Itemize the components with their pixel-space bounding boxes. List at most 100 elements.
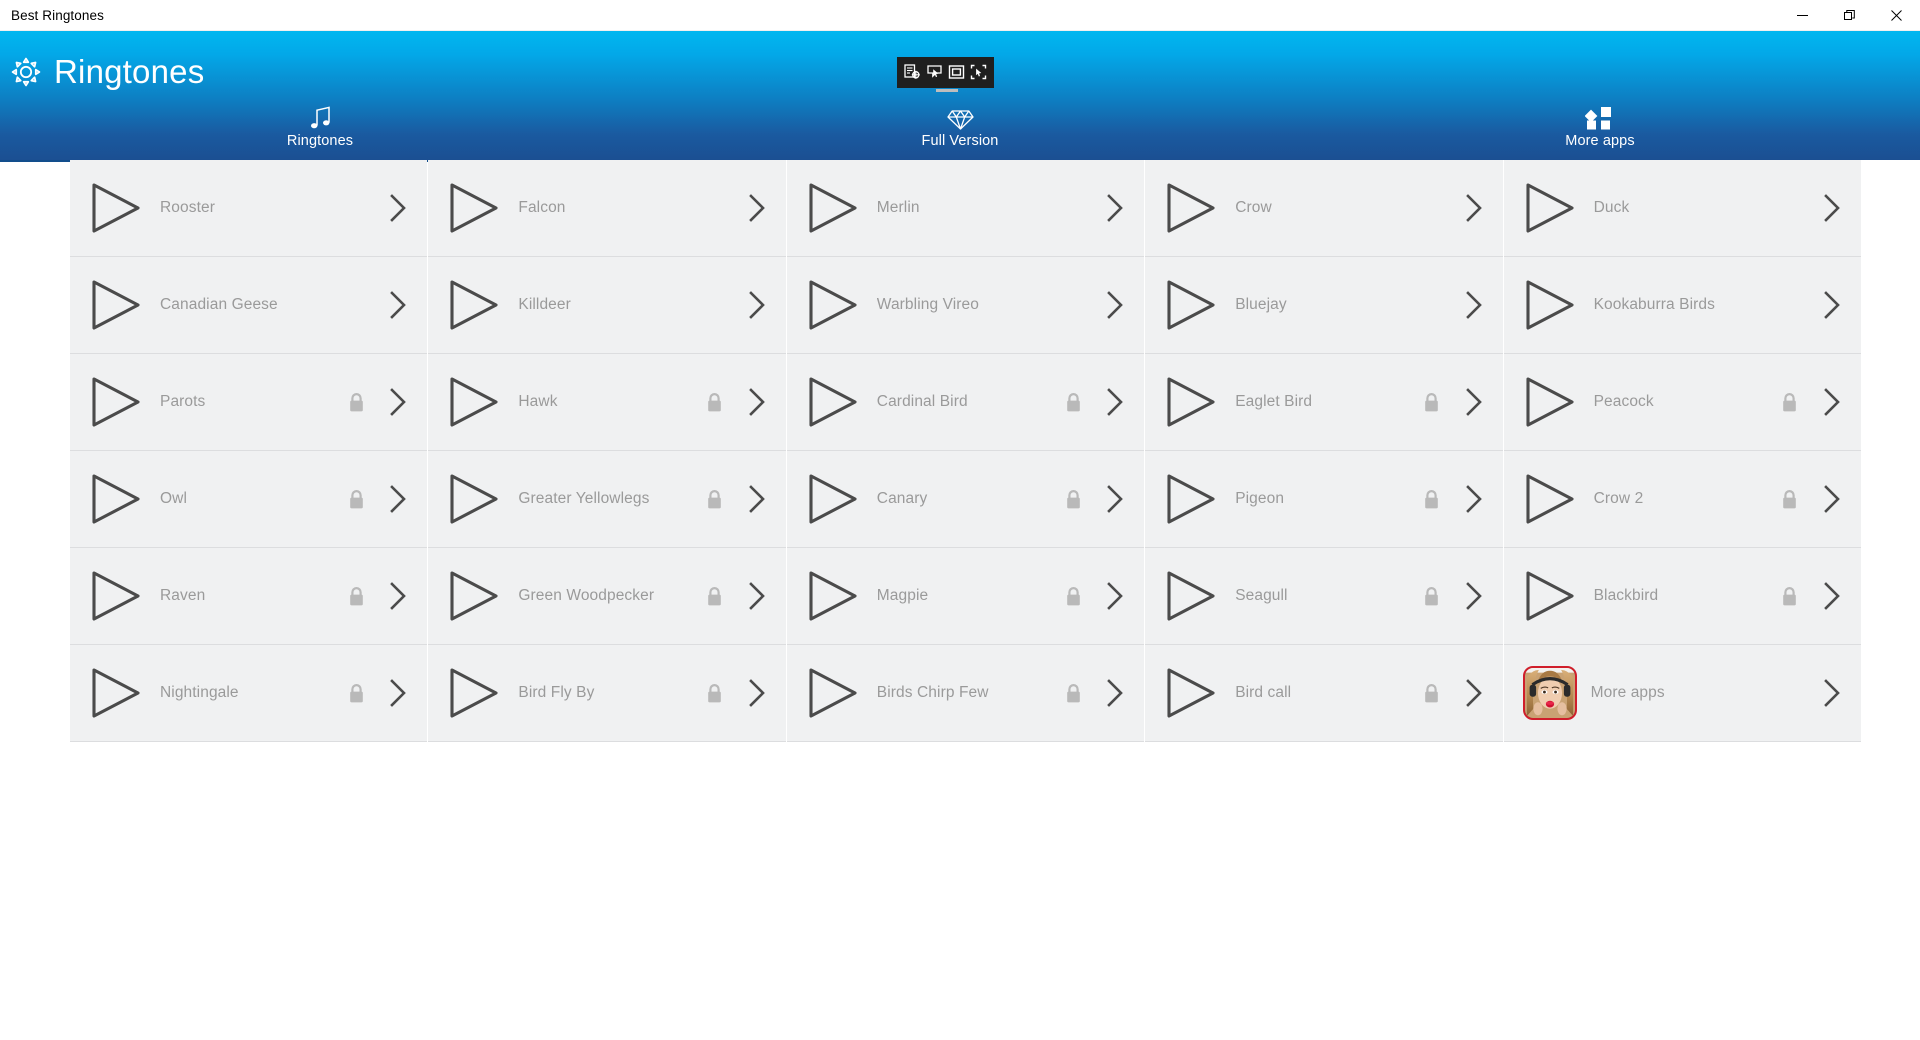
play-icon[interactable] xyxy=(444,665,504,721)
chevron-right-icon[interactable] xyxy=(1821,290,1843,320)
chevron-right-icon[interactable] xyxy=(1463,581,1485,611)
play-icon[interactable] xyxy=(1520,471,1580,527)
play-icon[interactable] xyxy=(1520,374,1580,430)
play-icon[interactable] xyxy=(86,180,146,236)
list-item[interactable]: Crow 2 xyxy=(1503,451,1861,548)
list-item[interactable]: Green Woodpecker xyxy=(428,548,786,645)
chevron-right-icon[interactable] xyxy=(1821,193,1843,223)
chevron-right-icon[interactable] xyxy=(1463,387,1485,417)
play-icon[interactable] xyxy=(1520,180,1580,236)
chevron-right-icon[interactable] xyxy=(1821,678,1843,708)
list-item[interactable]: Bluejay xyxy=(1145,257,1503,354)
chevron-right-icon[interactable] xyxy=(1463,193,1485,223)
tab-full-version[interactable]: Full Version xyxy=(640,105,1280,160)
chevron-right-icon[interactable] xyxy=(387,193,409,223)
play-icon[interactable] xyxy=(1520,277,1580,333)
play-icon[interactable] xyxy=(444,568,504,624)
play-icon[interactable] xyxy=(803,277,863,333)
play-icon[interactable] xyxy=(444,180,504,236)
chevron-right-icon[interactable] xyxy=(387,581,409,611)
list-item[interactable]: Rooster xyxy=(70,160,428,257)
chevron-right-icon[interactable] xyxy=(746,193,768,223)
list-item[interactable]: Bird call xyxy=(1145,645,1503,742)
chevron-right-icon[interactable] xyxy=(387,484,409,514)
list-item[interactable]: Peacock xyxy=(1503,354,1861,451)
list-item[interactable]: Blackbird xyxy=(1503,548,1861,645)
chevron-right-icon[interactable] xyxy=(1104,193,1126,223)
snip-region-button[interactable] xyxy=(902,63,922,83)
play-icon[interactable] xyxy=(1161,374,1221,430)
play-icon[interactable] xyxy=(444,374,504,430)
tab-ringtones[interactable]: Ringtones xyxy=(0,105,640,160)
play-icon[interactable] xyxy=(1161,471,1221,527)
play-icon[interactable] xyxy=(803,471,863,527)
chevron-right-icon[interactable] xyxy=(387,678,409,708)
chevron-right-icon[interactable] xyxy=(387,387,409,417)
tab-more-apps[interactable]: More apps xyxy=(1280,105,1920,160)
list-item[interactable]: Magpie xyxy=(786,548,1145,645)
play-icon[interactable] xyxy=(803,665,863,721)
chevron-right-icon[interactable] xyxy=(1104,678,1126,708)
play-icon[interactable] xyxy=(803,568,863,624)
list-item[interactable]: Bird Fly By xyxy=(428,645,786,742)
list-item[interactable]: Killdeer xyxy=(428,257,786,354)
chevron-right-icon[interactable] xyxy=(746,290,768,320)
chevron-right-icon[interactable] xyxy=(1463,678,1485,708)
list-item[interactable]: Hawk xyxy=(428,354,786,451)
window-capture-button[interactable] xyxy=(947,63,967,83)
chevron-right-icon[interactable] xyxy=(1104,387,1126,417)
play-icon[interactable] xyxy=(86,471,146,527)
chevron-right-icon[interactable] xyxy=(1104,484,1126,514)
list-item[interactable]: Canary xyxy=(786,451,1145,548)
capture-toolbar-drag-handle[interactable] xyxy=(936,89,958,92)
chevron-right-icon[interactable] xyxy=(1104,290,1126,320)
play-icon[interactable] xyxy=(1161,665,1221,721)
list-item[interactable]: Falcon xyxy=(428,160,786,257)
play-icon[interactable] xyxy=(86,277,146,333)
list-item[interactable]: Warbling Vireo xyxy=(786,257,1145,354)
fullscreen-capture-button[interactable] xyxy=(969,63,989,83)
play-icon[interactable] xyxy=(803,374,863,430)
chevron-right-icon[interactable] xyxy=(746,678,768,708)
app-thumbnail[interactable] xyxy=(1522,666,1577,720)
chevron-right-icon[interactable] xyxy=(1821,581,1843,611)
play-icon[interactable] xyxy=(86,374,146,430)
play-icon[interactable] xyxy=(1161,277,1221,333)
list-item[interactable]: Greater Yellowlegs xyxy=(428,451,786,548)
play-icon[interactable] xyxy=(86,568,146,624)
list-item[interactable]: Seagull xyxy=(1145,548,1503,645)
chevron-right-icon[interactable] xyxy=(746,581,768,611)
chevron-right-icon[interactable] xyxy=(1463,484,1485,514)
list-item[interactable]: Birds Chirp Few xyxy=(786,645,1145,742)
chevron-right-icon[interactable] xyxy=(746,484,768,514)
cursor-capture-button[interactable] xyxy=(924,63,944,83)
list-item[interactable]: Canadian Geese xyxy=(70,257,428,354)
list-item[interactable]: Pigeon xyxy=(1145,451,1503,548)
play-icon[interactable] xyxy=(1161,568,1221,624)
play-icon[interactable] xyxy=(1520,568,1580,624)
list-item[interactable]: Kookaburra Birds xyxy=(1503,257,1861,354)
list-item[interactable]: Owl xyxy=(70,451,428,548)
chevron-right-icon[interactable] xyxy=(1463,290,1485,320)
minimize-button[interactable] xyxy=(1779,0,1826,31)
list-item[interactable]: Nightingale xyxy=(70,645,428,742)
chevron-right-icon[interactable] xyxy=(746,387,768,417)
chevron-right-icon[interactable] xyxy=(387,290,409,320)
play-icon[interactable] xyxy=(444,471,504,527)
play-icon[interactable] xyxy=(803,180,863,236)
list-item[interactable]: Eaglet Bird xyxy=(1145,354,1503,451)
play-icon[interactable] xyxy=(86,665,146,721)
list-item[interactable]: Raven xyxy=(70,548,428,645)
capture-toolbar[interactable] xyxy=(897,57,994,88)
list-item[interactable]: Parots xyxy=(70,354,428,451)
play-icon[interactable] xyxy=(1161,180,1221,236)
list-item[interactable]: Crow xyxy=(1145,160,1503,257)
close-button[interactable] xyxy=(1873,0,1920,31)
list-item[interactable]: More apps xyxy=(1503,645,1861,742)
list-item[interactable]: Merlin xyxy=(786,160,1145,257)
play-icon[interactable] xyxy=(444,277,504,333)
list-item[interactable]: Cardinal Bird xyxy=(786,354,1145,451)
restore-button[interactable] xyxy=(1826,0,1873,31)
chevron-right-icon[interactable] xyxy=(1821,387,1843,417)
list-item[interactable]: Duck xyxy=(1503,160,1861,257)
